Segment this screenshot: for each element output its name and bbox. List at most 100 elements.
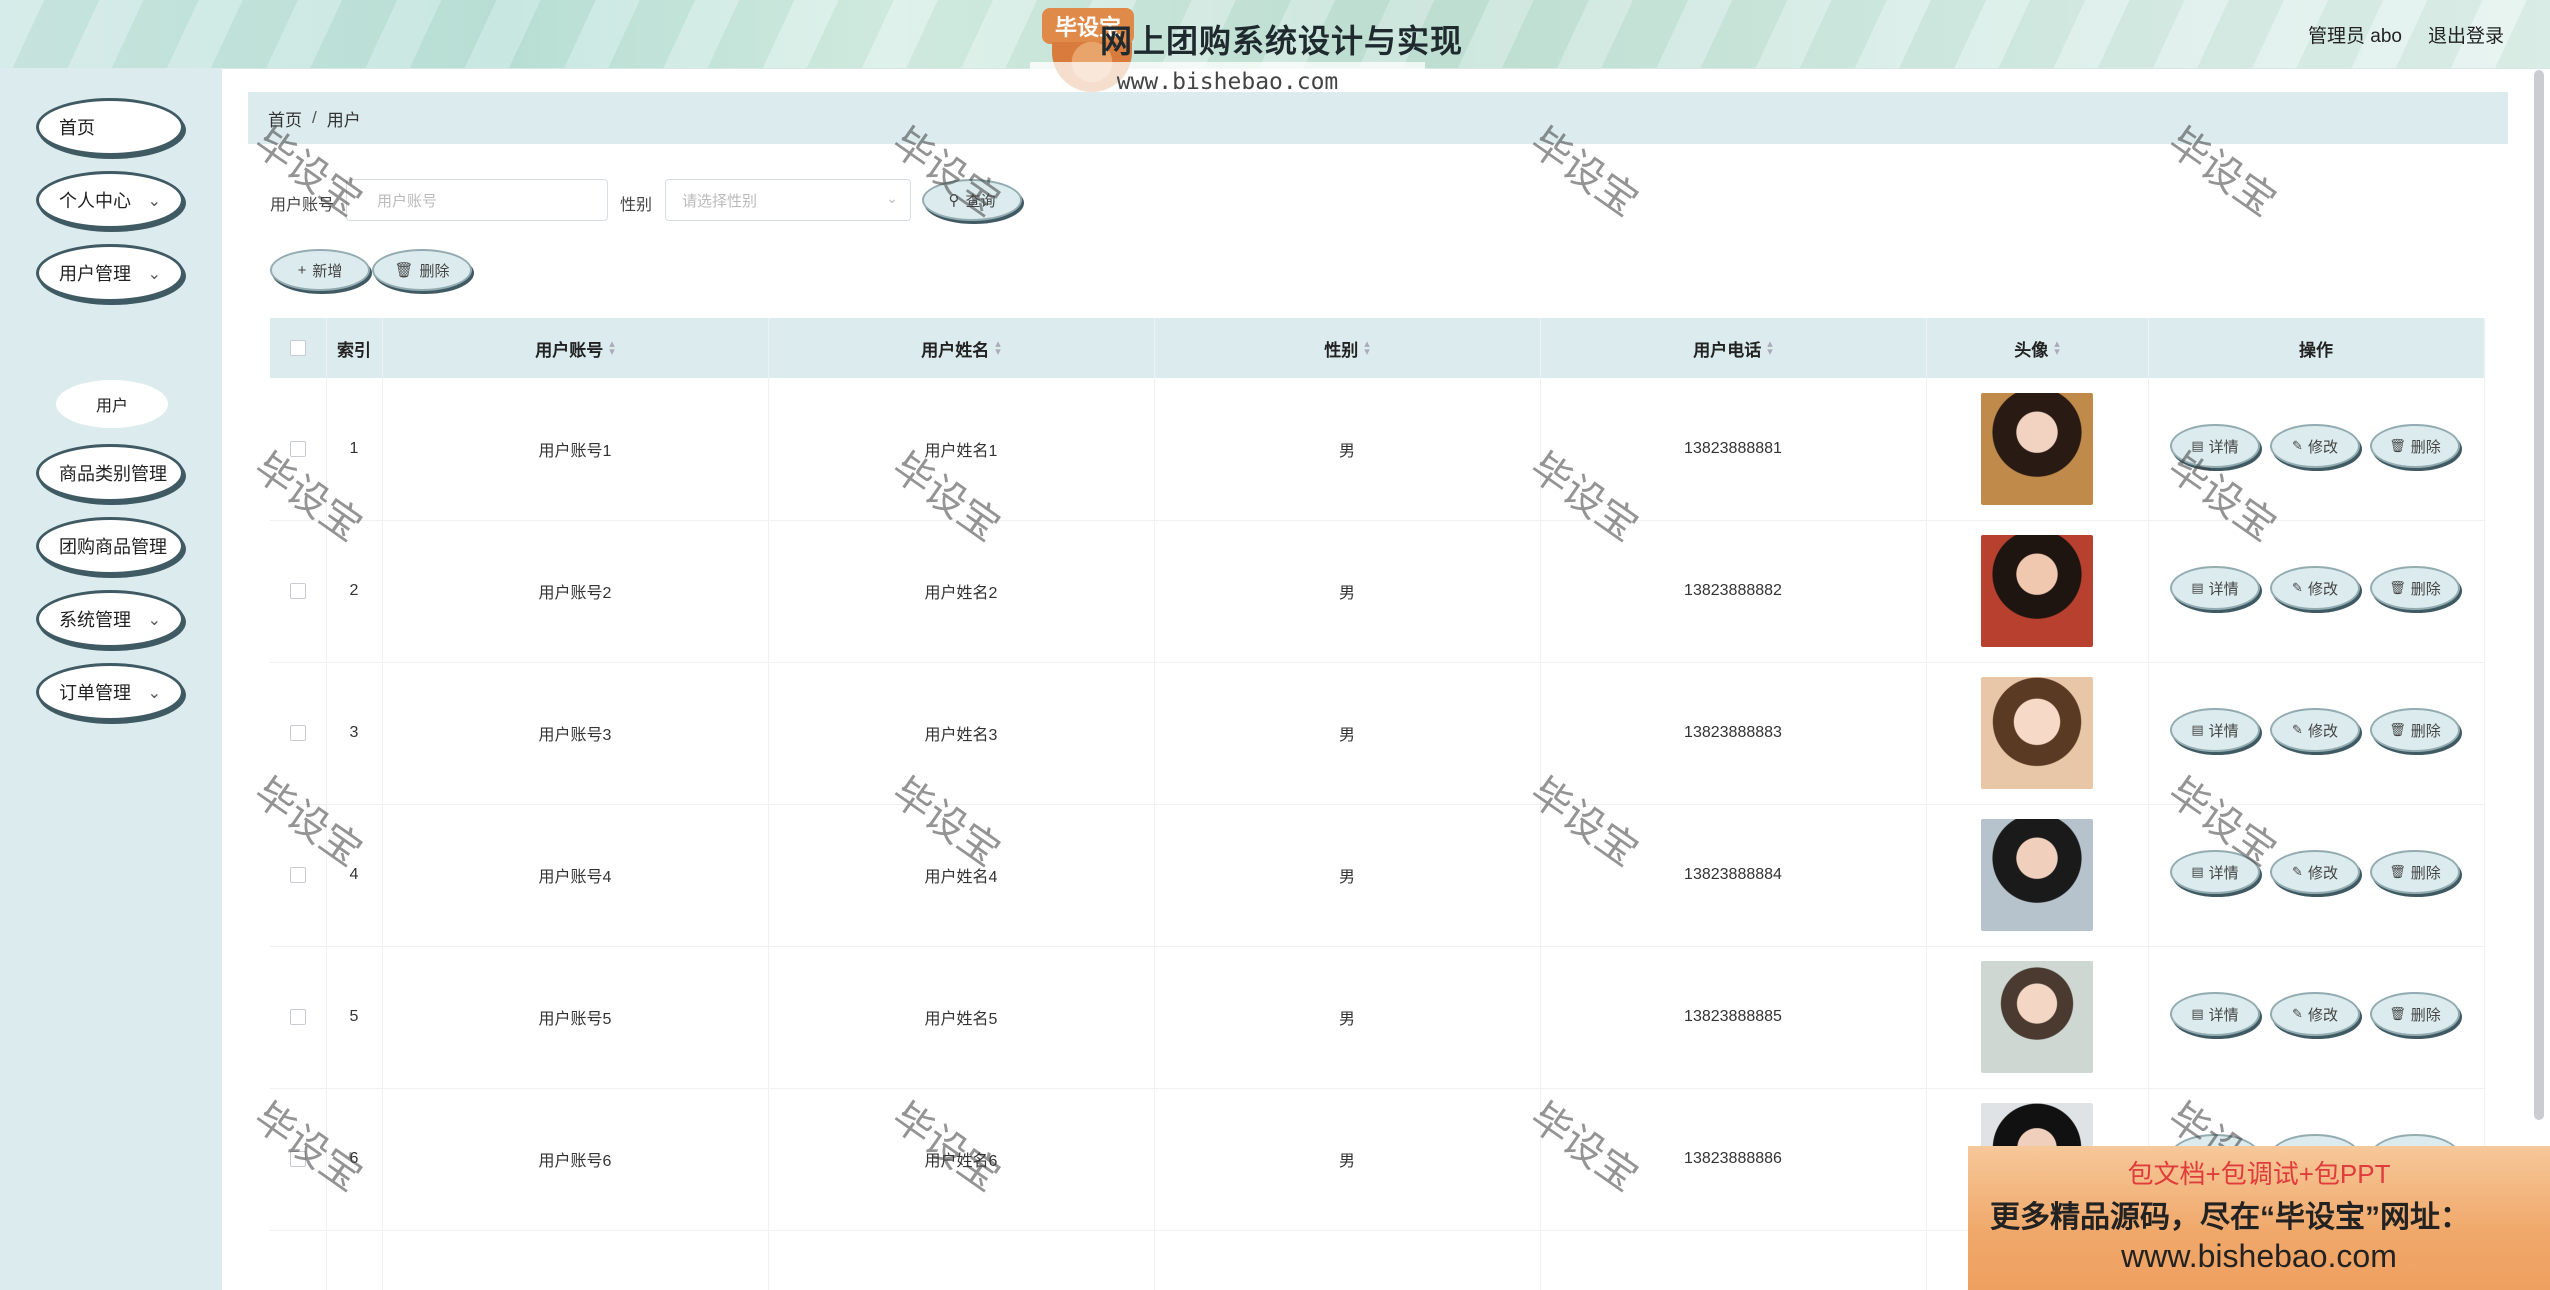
delete-button[interactable]: 🗑 删除 <box>2370 992 2460 1036</box>
cell-account: 用户账号6 <box>538 1153 612 1170</box>
batch-delete-button[interactable]: 🗑 删除 <box>372 249 472 291</box>
avatar-image <box>1981 819 2093 931</box>
row-checkbox[interactable] <box>290 441 306 457</box>
sort-icon[interactable]: ▴ ▾ <box>609 339 615 358</box>
row-checkbox[interactable] <box>290 1151 306 1167</box>
cell-account: 用户账号2 <box>538 585 612 602</box>
scrollbar[interactable] <box>2534 70 2544 1120</box>
sidebar-item-user-management[interactable]: 用户管理 ⌄ <box>36 244 184 302</box>
add-button[interactable]: + 新增 <box>270 249 370 291</box>
edit-button[interactable]: ✎ 修改 <box>2270 850 2360 894</box>
column-header-account[interactable]: 用户账号 ▴ ▾ <box>382 318 768 378</box>
delete-button[interactable]: 🗑 删除 <box>2370 424 2460 468</box>
cell-phone: 13823888886 <box>1684 1150 1782 1167</box>
cell-gender: 男 <box>1338 1153 1355 1170</box>
detail-label: 详情 <box>2208 864 2239 882</box>
detail-button[interactable]: ▤ 详情 <box>2170 850 2260 894</box>
breadcrumb: 首页 / 用户 <box>248 92 2508 144</box>
cell-name: 用户姓名6 <box>924 1153 998 1170</box>
row-checkbox[interactable] <box>290 583 306 599</box>
delete-label: 删除 <box>2410 722 2441 740</box>
row-checkbox[interactable] <box>290 1009 306 1025</box>
sidebar-item-personal-center[interactable]: 个人中心 ⌄ <box>36 171 184 229</box>
trash-icon: 🗑 <box>2389 438 2406 453</box>
header-label: 头像 <box>2014 340 2049 360</box>
cell-account: 用户账号4 <box>538 869 612 886</box>
row-select-cell <box>270 662 326 804</box>
detail-button[interactable]: ▤ 详情 <box>2170 566 2260 610</box>
edit-button[interactable]: ✎ 修改 <box>2270 708 2360 752</box>
gender-placeholder: 请选择性别 <box>682 192 758 210</box>
sort-icon[interactable]: ▴ ▾ <box>2054 339 2060 358</box>
delete-label: 删除 <box>2410 864 2441 882</box>
cell-name: 用户姓名1 <box>924 443 998 460</box>
sidebar-item-order-management[interactable]: 订单管理 ⌄ <box>36 663 184 721</box>
header-label: 索引 <box>337 340 371 360</box>
chevron-down-icon: ⌄ <box>147 612 161 629</box>
detail-button[interactable]: ▤ 详情 <box>2170 992 2260 1036</box>
account-search-input[interactable]: 用户账号 <box>346 179 608 221</box>
document-icon: ▤ <box>2191 580 2204 595</box>
edit-label: 修改 <box>2307 1006 2338 1024</box>
table-header: 索引 用户账号 ▴ ▾ 用户姓名 ▴ ▾ 性别 ▴ ▾ 用户电话 ▴ ▾ 头像 ▴ ▾ 操作 <box>270 318 2484 378</box>
sidebar-item-category-management[interactable]: 商品类别管理 <box>36 444 184 502</box>
trash-icon: 🗑 <box>2389 722 2406 737</box>
pencil-icon: ✎ <box>2292 864 2303 879</box>
avatar-image <box>1981 961 2093 1073</box>
gender-select[interactable]: 请选择性别 ⌄ <box>665 179 911 221</box>
breadcrumb-home[interactable]: 首页 <box>268 106 302 131</box>
cell-name: 用户姓名3 <box>924 727 998 744</box>
breadcrumb-separator: / <box>312 108 317 127</box>
row-select-cell <box>270 946 326 1088</box>
sidebar-item-home[interactable]: 首页 <box>36 98 184 156</box>
cell-phone: 13823888884 <box>1684 866 1782 883</box>
cell-gender: 男 <box>1338 727 1355 744</box>
edit-button[interactable]: ✎ 修改 <box>2270 992 2360 1036</box>
cell-name: 用户姓名4 <box>924 869 998 886</box>
sidebar-item-system-management[interactable]: 系统管理 ⌄ <box>36 590 184 648</box>
delete-button[interactable]: 🗑 删除 <box>2370 566 2460 610</box>
column-header-avatar[interactable]: 头像 ▴ ▾ <box>1926 318 2148 378</box>
sort-icon[interactable]: ▴ ▾ <box>1364 339 1370 358</box>
sidebar-subitem-users[interactable]: 用户 <box>56 380 168 428</box>
edit-button[interactable]: ✎ 修改 <box>2270 424 2360 468</box>
detail-button[interactable]: ▤ 详情 <box>2170 708 2260 752</box>
cell-index: 5 <box>349 1008 359 1025</box>
query-button[interactable]: ⚲ 查询 <box>922 179 1022 221</box>
table-row: 3 用户账号3 用户姓名3 男 13823888883 ▤ 详情 ✎ 修改 🗑 删除 <box>270 662 2484 805</box>
cell-index: 2 <box>349 582 359 599</box>
delete-button-label: 删除 <box>419 262 450 280</box>
select-all-cell <box>270 318 326 378</box>
logout-link[interactable]: 退出登录 <box>2428 21 2504 48</box>
column-header-phone[interactable]: 用户电话 ▴ ▾ <box>1540 318 1926 378</box>
column-header-name[interactable]: 用户姓名 ▴ ▾ <box>768 318 1154 378</box>
cell-avatar <box>1926 378 2148 520</box>
pencil-icon: ✎ <box>2292 580 2303 595</box>
cell-account: 用户账号5 <box>538 1011 612 1028</box>
sort-icon[interactable]: ▴ ▾ <box>1767 339 1773 358</box>
edit-button[interactable]: ✎ 修改 <box>2270 566 2360 610</box>
sidebar-item-label: 商品类别管理 <box>59 464 167 484</box>
delete-button[interactable]: 🗑 删除 <box>2370 708 2460 752</box>
header-label: 用户电话 <box>1693 340 1762 360</box>
row-checkbox[interactable] <box>290 725 306 741</box>
column-header-gender[interactable]: 性别 ▴ ▾ <box>1154 318 1540 378</box>
delete-button[interactable]: 🗑 删除 <box>2370 850 2460 894</box>
detail-button[interactable]: ▤ 详情 <box>2170 424 2260 468</box>
delete-label: 删除 <box>2410 1006 2441 1024</box>
trash-icon: 🗑 <box>2389 1006 2406 1021</box>
add-button-label: 新增 <box>312 262 343 280</box>
cell-actions: ▤ 详情 ✎ 修改 🗑 删除 <box>2148 520 2484 662</box>
gender-label: 性别 <box>620 197 653 214</box>
sidebar-item-group-goods-management[interactable]: 团购商品管理 <box>36 517 184 575</box>
row-checkbox[interactable] <box>290 867 306 883</box>
document-icon: ▤ <box>2191 722 2204 737</box>
cell-phone: 13823888882 <box>1684 582 1782 599</box>
avatar-image <box>1981 393 2093 505</box>
cell-actions: ▤ 详情 ✎ 修改 🗑 删除 <box>2148 378 2484 520</box>
avatar-image <box>1981 535 2093 647</box>
select-all-checkbox[interactable] <box>290 340 306 356</box>
detail-label: 详情 <box>2208 722 2239 740</box>
sort-icon[interactable]: ▴ ▾ <box>995 339 1001 358</box>
search-icon: ⚲ <box>948 192 960 209</box>
